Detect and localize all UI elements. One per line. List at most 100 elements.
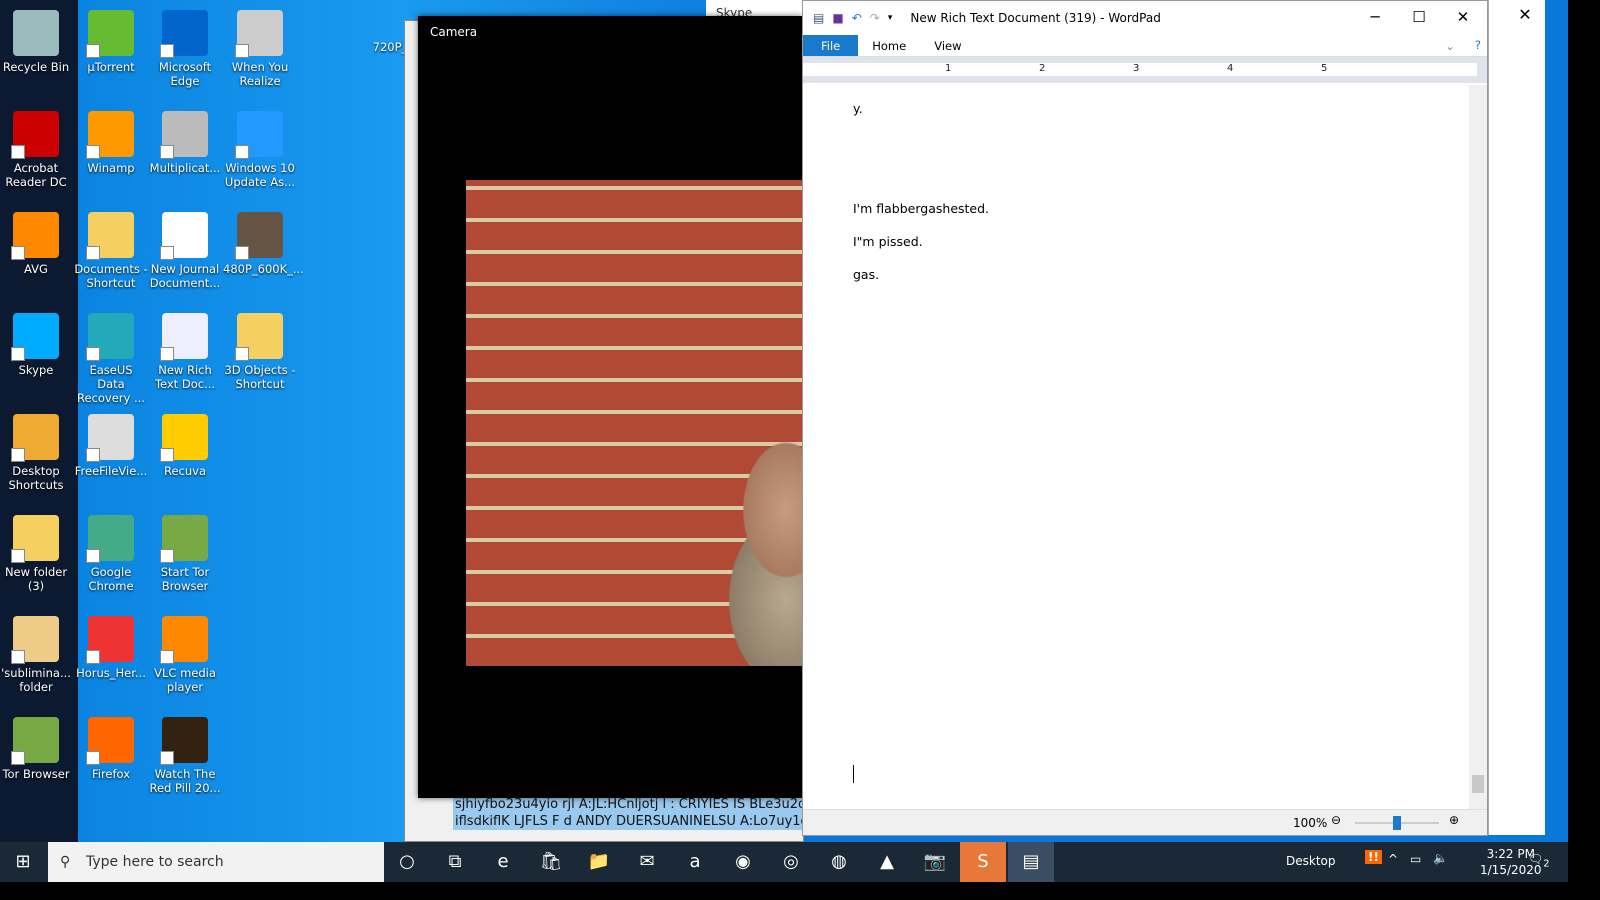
taskbar-wordpad-icon[interactable]: ▤	[1008, 842, 1054, 882]
vertical-scrollbar[interactable]	[1469, 85, 1487, 809]
zoom-slider-thumb[interactable]	[1393, 816, 1401, 830]
icon-label: Start Tor Browser	[160, 565, 210, 593]
app-icon	[11, 717, 59, 765]
taskbar-mail-icon[interactable]: ✉	[624, 842, 670, 882]
maximize-button[interactable]: ☐	[1397, 1, 1441, 33]
app-icon	[11, 515, 59, 563]
doc-line: gas.	[853, 267, 880, 282]
minimize-button[interactable]: ─	[1353, 1, 1397, 33]
desktop-icon[interactable]: 3D Objects - Shortcut	[223, 309, 297, 391]
taskbar-edge-icon[interactable]: e	[480, 842, 526, 882]
desktop-icon[interactable]: Multiplicat...	[148, 107, 222, 175]
search-placeholder: Type here to search	[86, 854, 224, 870]
zoom-out-icon[interactable]: ⊖	[1331, 813, 1341, 827]
taskbar-obs-icon[interactable]: ◎	[768, 842, 814, 882]
ruler[interactable]: 1 2 3 4 5	[803, 57, 1487, 83]
close-button[interactable]: ✕	[1505, 0, 1545, 30]
taskbar-skype-icon[interactable]: S	[960, 842, 1006, 882]
desktop-icon[interactable]: Recuva	[148, 410, 222, 478]
icon-label: New Journal Document...	[149, 262, 221, 290]
desktop: Recycle Bin Acrobat Reader DC AVG Skype Desk…	[0, 0, 1568, 882]
alert-tray-icon[interactable]: !!	[1365, 850, 1382, 864]
power-icon[interactable]: ▭	[1410, 852, 1421, 866]
desktop-icon[interactable]: Horus_Her...	[74, 612, 148, 680]
taskbar-tripadvisor-icon[interactable]: ◉	[720, 842, 766, 882]
volume-icon[interactable]: 🔈	[1433, 851, 1448, 865]
desktop-icon[interactable]: Acrobat Reader DC	[0, 107, 73, 189]
desktop-icon[interactable]: Desktop Shortcuts	[0, 410, 73, 492]
zoom-in-icon[interactable]: ⊕	[1449, 813, 1459, 827]
ruler-label: 5	[1321, 63, 1328, 74]
app-icon	[86, 616, 134, 664]
scroll-thumb[interactable]	[1472, 775, 1484, 793]
icon-label: Windows 10 Update As...	[224, 161, 296, 189]
taskbar-chrome-icon[interactable]: ◍	[816, 842, 862, 882]
redo-icon[interactable]: ↷	[870, 11, 880, 25]
start-button[interactable]: ⊞	[0, 842, 46, 882]
desktop-icon[interactable]: Watch The Red Pill 20...	[148, 713, 222, 795]
background-selected-text: sjhiyfbo23u4yio rjl A:JL:HCnljotj l : CR…	[453, 796, 803, 830]
window-title: New Rich Text Document (319) - WordPad	[910, 11, 1161, 25]
close-button[interactable]: ✕	[1441, 1, 1485, 33]
undo-icon[interactable]: ↶	[852, 11, 862, 25]
desktop-icon[interactable]: When You Realize	[223, 6, 297, 88]
desktop-icon[interactable]: µTorrent	[74, 6, 148, 74]
ruler-label: 2	[1039, 63, 1046, 74]
tab-file[interactable]: File	[803, 35, 859, 56]
app-icon	[86, 414, 134, 462]
icon-label: When You Realize	[231, 60, 289, 88]
desktop-toolbar-label[interactable]: Desktop	[1286, 854, 1336, 868]
collapse-ribbon-icon[interactable]: ⌄	[1431, 35, 1469, 56]
taskbar-store-icon[interactable]: 🛍	[528, 842, 574, 882]
desktop-icon[interactable]: Recycle Bin	[0, 6, 73, 74]
desktop-icon[interactable]: 480P_600K_...	[223, 208, 304, 276]
desktop-icon[interactable]: Google Chrome	[74, 511, 148, 593]
desktop-icon[interactable]: Windows 10 Update As...	[223, 107, 297, 189]
notification-center-icon[interactable]: 🗨2	[1528, 852, 1550, 869]
customize-qat-icon[interactable]: ▾	[888, 13, 893, 23]
desktop-icon[interactable]: Skype	[0, 309, 73, 377]
taskbar-file-explorer-icon[interactable]: 📁	[576, 842, 622, 882]
icon-label: New Rich Text Doc...	[154, 363, 216, 391]
desktop-icon[interactable]: Tor Browser	[0, 713, 73, 781]
app-icon	[235, 212, 283, 260]
desktop-icon[interactable]: EaseUS Data Recovery ...	[74, 309, 148, 405]
camera-title: Camera	[430, 25, 478, 39]
camera-window[interactable]: Camera	[418, 16, 802, 798]
desktop-icon[interactable]: Microsoft Edge	[148, 6, 222, 88]
desktop-icon[interactable]: Firefox	[74, 713, 148, 781]
zoom-slider[interactable]	[1355, 816, 1439, 830]
desktop-icon[interactable]: New Journal Document...	[148, 208, 222, 290]
ruler-label: 3	[1133, 63, 1140, 74]
search-box[interactable]: ⚲ Type here to search	[48, 842, 384, 882]
taskbar-task-view-icon[interactable]: ⧉	[432, 842, 478, 882]
app-icon	[160, 616, 208, 664]
icon-label: 720P_	[372, 40, 408, 54]
desktop-icon[interactable]: Winamp	[74, 107, 148, 175]
app-icon	[11, 313, 59, 361]
desktop-icon[interactable]: New folder (3)	[0, 511, 73, 593]
desktop-icon[interactable]: Start Tor Browser	[148, 511, 222, 593]
desktop-icon[interactable]: New Rich Text Doc...	[148, 309, 222, 391]
wordpad-window[interactable]: ▤ ■ ↶ ↷ ▾ New Rich Text Document (319) -…	[802, 0, 1488, 836]
help-icon[interactable]: ?	[1469, 35, 1487, 56]
desktop-icon[interactable]: VLC media player	[148, 612, 222, 694]
taskbar-vlc-icon[interactable]: ▲	[864, 842, 910, 882]
desktop-icon[interactable]: FreeFileVie...	[74, 410, 148, 478]
icon-label: FreeFileVie...	[74, 464, 148, 478]
app-icon	[86, 111, 134, 159]
desktop-icon[interactable]: 'sublimina... folder	[0, 612, 73, 694]
taskbar-cortana-icon[interactable]: ○	[384, 842, 430, 882]
icon-label: µTorrent	[87, 60, 135, 74]
taskbar-camera-icon[interactable]: 📷	[912, 842, 958, 882]
save-icon[interactable]: ■	[832, 11, 843, 25]
show-hidden-icons[interactable]: ^	[1388, 852, 1398, 866]
icon-label: Documents - Shortcut	[74, 262, 148, 290]
tab-home[interactable]: Home	[858, 35, 920, 56]
desktop-icon[interactable]: Documents - Shortcut	[74, 208, 148, 290]
taskbar-amazon-icon[interactable]: a	[672, 842, 718, 882]
icon-label: Horus_Her...	[76, 666, 146, 680]
tab-view[interactable]: View	[920, 35, 975, 56]
app-icon	[11, 616, 59, 664]
desktop-icon[interactable]: AVG	[0, 208, 73, 276]
